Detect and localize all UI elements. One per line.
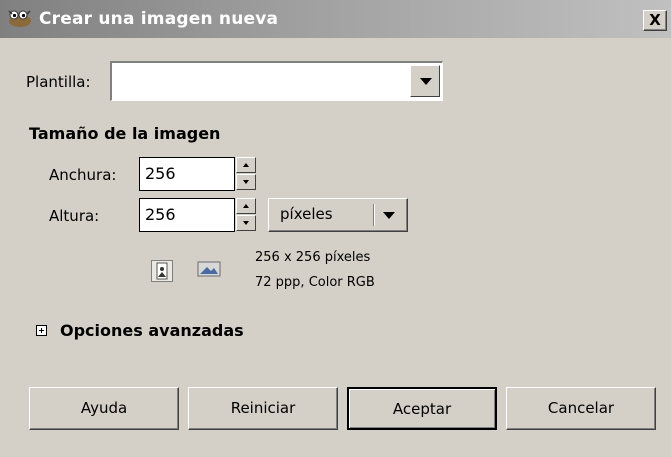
chevron-down-icon	[383, 212, 395, 219]
width-input[interactable]: 256	[139, 157, 235, 191]
gimp-wilber-icon	[6, 8, 34, 28]
height-decrement-button[interactable]	[236, 215, 256, 231]
advanced-options-expander[interactable]: Opciones avanzadas	[60, 321, 244, 340]
image-size-heading: Tamaño de la imagen	[29, 124, 221, 143]
arrow-up-icon	[243, 163, 249, 167]
reset-button[interactable]: Reiniciar	[188, 387, 338, 430]
height-increment-button[interactable]	[236, 198, 256, 214]
unit-value: píxeles	[280, 205, 333, 223]
arrow-up-icon	[243, 204, 249, 208]
arrow-down-icon	[243, 221, 249, 225]
template-label: Plantilla:	[26, 73, 91, 91]
template-combobox[interactable]	[110, 61, 443, 101]
image-resolution-info: 72 ppp, Color RGB	[255, 275, 375, 290]
width-decrement-button[interactable]	[236, 174, 256, 190]
portrait-orientation-icon[interactable]	[151, 260, 173, 282]
close-icon: X	[649, 11, 661, 29]
width-spinner[interactable]	[236, 157, 258, 191]
width-label: Anchura:	[49, 166, 117, 184]
chevron-down-icon	[420, 78, 432, 85]
help-button[interactable]: Ayuda	[29, 387, 179, 430]
title-bar[interactable]: Crear una imagen nueva X	[0, 0, 671, 38]
height-spinner[interactable]	[236, 198, 258, 232]
unit-selector[interactable]: píxeles	[268, 198, 408, 232]
ok-button[interactable]: Aceptar	[347, 387, 497, 430]
window-title: Crear una imagen nueva	[39, 9, 279, 29]
cancel-button[interactable]: Cancelar	[506, 387, 656, 430]
landscape-orientation-icon[interactable]	[197, 258, 221, 280]
arrow-down-icon	[243, 180, 249, 184]
expand-plus-icon[interactable]	[36, 325, 47, 336]
width-increment-button[interactable]	[236, 157, 256, 173]
template-dropdown-button[interactable]	[410, 65, 440, 97]
height-label: Altura:	[49, 207, 100, 225]
height-input[interactable]: 256	[139, 198, 235, 232]
close-button[interactable]: X	[643, 10, 667, 31]
image-dimensions-info: 256 x 256 píxeles	[255, 250, 371, 265]
unit-separator	[373, 204, 375, 226]
